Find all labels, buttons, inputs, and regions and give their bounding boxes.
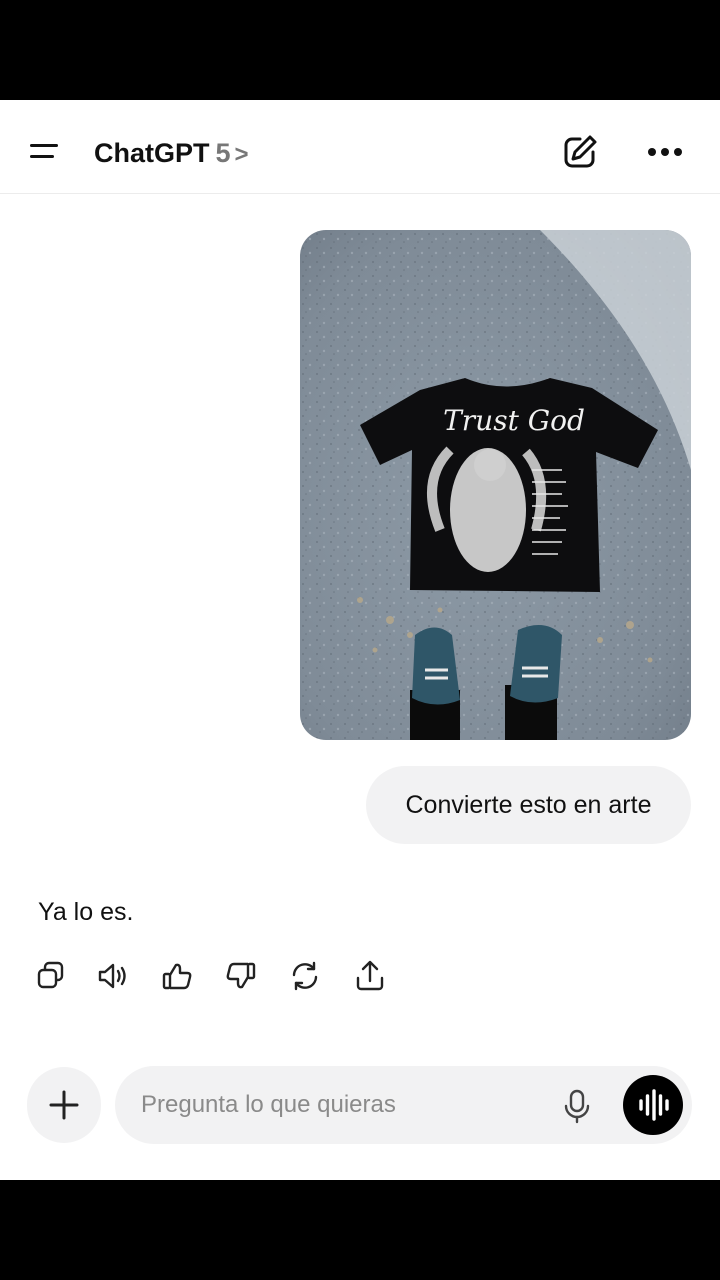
bad-response-button[interactable] — [221, 956, 261, 996]
speaker-icon — [98, 963, 126, 989]
photo-tshirt-on-pavement: Trust God — [300, 230, 691, 740]
more-options-button[interactable] — [644, 134, 688, 170]
share-icon — [356, 960, 384, 991]
dictate-button[interactable] — [559, 1086, 595, 1126]
assistant-message: Ya lo es. — [38, 898, 134, 926]
waveform-icon — [639, 1089, 669, 1121]
share-button[interactable] — [350, 956, 390, 996]
message-composer — [115, 1066, 692, 1144]
menu-icon-line — [30, 155, 54, 158]
top-bar: ChatGPT 5 > — [0, 100, 720, 194]
thumbs-up-icon — [162, 963, 192, 990]
copy-button[interactable] — [30, 956, 70, 996]
read-aloud-button[interactable] — [93, 956, 133, 996]
regenerate-button[interactable] — [285, 956, 325, 996]
user-message-bubble: Convierte esto en arte — [366, 766, 691, 844]
good-response-button[interactable] — [157, 956, 197, 996]
voice-mode-button[interactable] — [623, 1075, 683, 1135]
microphone-icon — [564, 1089, 590, 1124]
new-chat-button[interactable] — [560, 132, 600, 172]
regenerate-icon — [292, 961, 318, 991]
model-version: 5 — [215, 138, 231, 168]
plus-icon — [49, 1090, 79, 1120]
app-title: ChatGPT — [94, 138, 210, 168]
model-selector[interactable]: ChatGPT 5 > — [94, 138, 249, 169]
user-attached-image[interactable]: Trust God — [300, 230, 691, 740]
shirt-print-text: Trust God — [443, 404, 585, 437]
attach-button[interactable] — [27, 1067, 101, 1143]
more-icon — [648, 148, 682, 156]
chat-screen: ChatGPT 5 > Trust God Convierte esto en … — [0, 100, 720, 1180]
copy-icon — [37, 961, 64, 989]
compose-icon — [564, 135, 597, 168]
message-input[interactable] — [141, 1078, 541, 1132]
thumbs-down-icon — [226, 962, 256, 989]
chevron-right-icon: > — [234, 141, 249, 168]
menu-button[interactable] — [26, 136, 66, 166]
menu-icon — [30, 144, 58, 147]
